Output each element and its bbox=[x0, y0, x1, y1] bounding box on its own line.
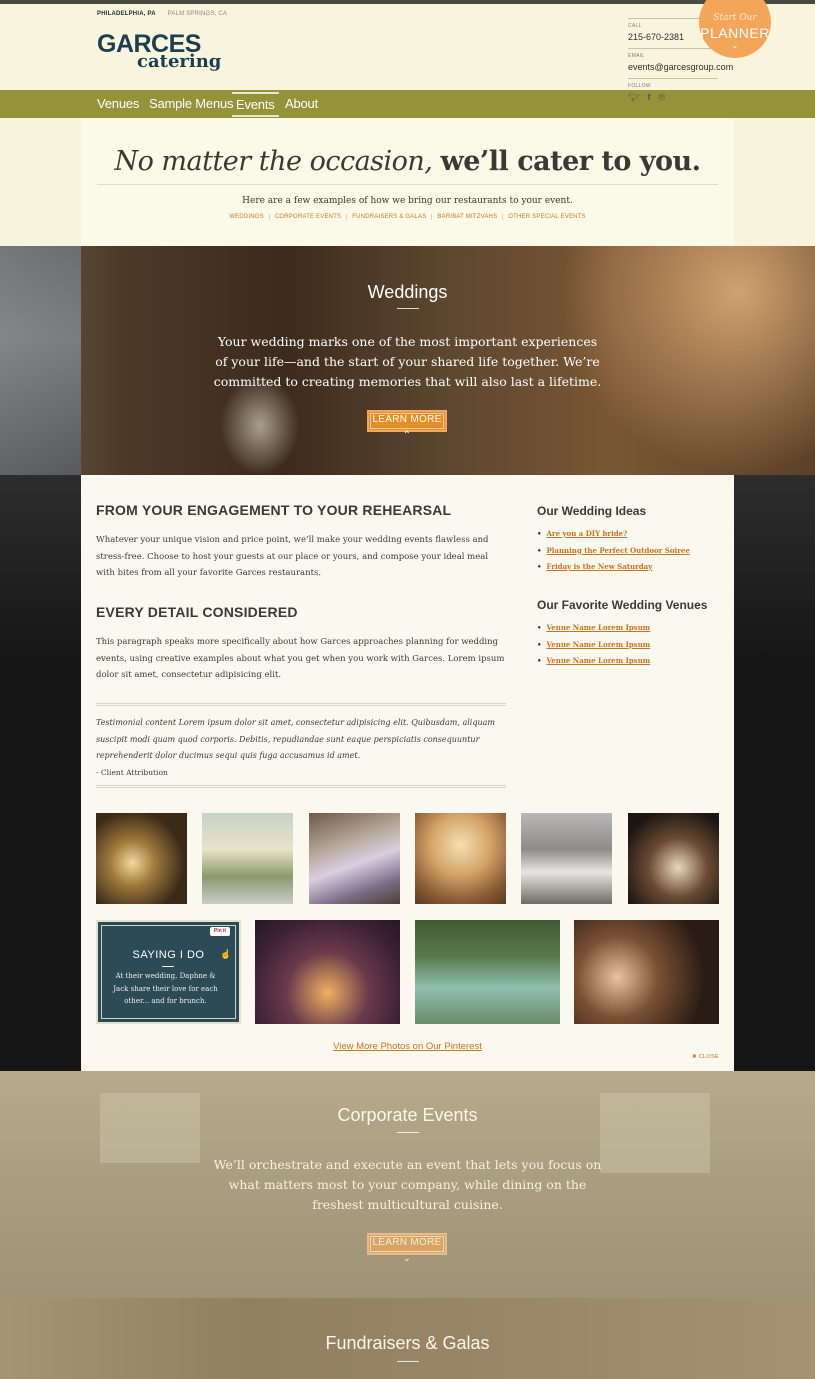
gallery-photo-couple-portrait[interactable] bbox=[574, 920, 719, 1024]
pinterest-icon[interactable]: ℗ bbox=[658, 92, 665, 103]
gallery-photo-wine-glasses[interactable] bbox=[96, 813, 187, 904]
gallery-photo-long-table[interactable] bbox=[309, 813, 400, 904]
weddings-details: FROM YOUR ENGAGEMENT TO YOUR REHEARSAL W… bbox=[81, 475, 734, 1071]
planner-line1: Start Our bbox=[713, 13, 757, 23]
link-fundraisers-galas[interactable]: FUNDRAISERS & GALAS bbox=[346, 214, 432, 220]
pin-card-title: SAYING I DO bbox=[132, 949, 205, 961]
email-link[interactable]: events@garcesgroup.com bbox=[628, 62, 733, 72]
gallery-photo-purple-reception[interactable] bbox=[255, 920, 400, 1024]
title-rule bbox=[397, 1132, 419, 1133]
email-label: EMAIL bbox=[628, 53, 645, 59]
location-switcher: PHILADELPHIA, PA PALM SPRINGS, CA bbox=[97, 11, 227, 17]
testimonial-quote: Testimonial content Lorem ipsum dolor si… bbox=[96, 718, 495, 760]
weddings-hero: Weddings Your wedding marks one of the m… bbox=[0, 246, 815, 475]
twitter-icon[interactable]: 🐦︎ bbox=[628, 92, 639, 103]
idea-link[interactable]: Are you a DIY bride? bbox=[537, 529, 690, 546]
email-row: EMAIL events@garcesgroup.com bbox=[628, 48, 733, 72]
testimonial: Testimonial content Lorem ipsum dolor si… bbox=[96, 703, 506, 788]
follow-row: FOLLOW 🐦︎ f ℗ bbox=[628, 78, 718, 103]
weddings-learn-more-button[interactable]: LEARN MORE ⌃ bbox=[367, 410, 447, 441]
planner-line2: PLANNER bbox=[700, 25, 770, 41]
link-other-special-events[interactable]: OTHER SPECIAL EVENTS bbox=[502, 214, 591, 220]
venue-link[interactable]: Venue Name Lorem Ipsum bbox=[537, 640, 650, 657]
right-bg-photo bbox=[734, 475, 815, 1071]
wedding-ideas-title: Our Wedding Ideas bbox=[537, 504, 647, 518]
site-header: PHILADELPHIA, PA PALM SPRINGS, CA GARCES… bbox=[0, 0, 815, 102]
divider bbox=[97, 184, 718, 185]
close-button[interactable]: ✖ CLOSE bbox=[692, 1054, 719, 1060]
section-body-engagement: Whatever your unique vision and price po… bbox=[96, 535, 489, 578]
gallery-photo-outdoor-tables[interactable] bbox=[202, 813, 293, 904]
page-headline: No matter the occasion, we’ll cater to y… bbox=[81, 146, 734, 177]
link-corporate-events[interactable]: CORPORATE EVENTS bbox=[268, 214, 347, 220]
social-links: 🐦︎ f ℗ bbox=[628, 92, 718, 103]
nav-about[interactable]: About bbox=[285, 96, 318, 111]
corporate-learn-more-button[interactable]: LEARN MORE ⌄ bbox=[367, 1233, 447, 1264]
corporate-events-hero: Corporate Events We’ll orchestrate and e… bbox=[0, 1071, 815, 1298]
fundraisers-galas-title: Fundraisers & Galas bbox=[325, 1333, 490, 1353]
corporate-events-title: Corporate Events bbox=[337, 1105, 478, 1125]
fundraisers-galas-hero: Fundraisers & Galas bbox=[0, 1298, 815, 1379]
wedding-venues-title: Our Favorite Wedding Venues bbox=[537, 598, 708, 612]
pin-card-description: At their wedding, Daphne & Jack share th… bbox=[113, 972, 218, 1005]
idea-link[interactable]: Planning the Perfect Outdoor Soiree bbox=[537, 546, 689, 563]
intro-section: No matter the occasion, we’ll cater to y… bbox=[81, 118, 734, 246]
wedding-venues-list: Venue Name Lorem Ipsum Venue Name Lorem … bbox=[537, 623, 650, 673]
card-rule bbox=[162, 966, 174, 967]
section-title-details: EVERY DETAIL CONSIDERED bbox=[96, 604, 298, 620]
left-bg-photo bbox=[0, 475, 81, 1071]
gallery-photo-ballroom[interactable] bbox=[415, 813, 506, 904]
pin-it-button[interactable]: Pin it bbox=[210, 927, 230, 936]
logo-word-catering: catering bbox=[137, 51, 222, 72]
garces-catering-logo[interactable]: GARCES catering bbox=[97, 32, 227, 78]
weddings-intro: Your wedding marks one of the most impor… bbox=[213, 334, 602, 389]
location-palm-springs[interactable]: PALM SPRINGS, CA bbox=[168, 11, 227, 17]
gallery-photo-couple[interactable] bbox=[521, 813, 612, 904]
location-philadelphia[interactable]: PHILADELPHIA, PA bbox=[97, 11, 156, 17]
venue-link[interactable]: Venue Name Lorem Ipsum bbox=[537, 623, 650, 640]
weddings-title: Weddings bbox=[367, 282, 448, 302]
idea-link[interactable]: Friday is the New Saturday bbox=[537, 562, 690, 579]
view-more-pinterest-link[interactable]: View More Photos on Our Pinterest bbox=[81, 1041, 734, 1052]
gallery-photo-garden-table[interactable] bbox=[415, 920, 560, 1024]
start-planner-button[interactable]: Start Our PLANNER ⌄ bbox=[699, 0, 771, 58]
testimonial-attribution: - Client Attribution bbox=[96, 768, 168, 777]
follow-label: FOLLOW bbox=[628, 83, 651, 89]
facebook-icon[interactable]: f bbox=[647, 92, 650, 103]
nav-events[interactable]: Events bbox=[232, 92, 279, 117]
hero-photo-left bbox=[0, 246, 81, 475]
wedding-ideas-list: Are you a DIY bride? Planning the Perfec… bbox=[537, 529, 690, 579]
chevron-down-icon: ⌄ bbox=[731, 41, 739, 50]
intro-subtext: Here are a few examples of how we bring … bbox=[242, 196, 573, 206]
nav-sample-menus[interactable]: Sample Menus bbox=[149, 96, 234, 111]
headline-bold: we’ll cater to you. bbox=[440, 146, 701, 177]
section-title-engagement: FROM YOUR ENGAGEMENT TO YOUR REHEARSAL bbox=[96, 502, 452, 518]
link-bar-bat-mitzvahs[interactable]: BAR/BAT MITZVAHS bbox=[431, 214, 503, 220]
headline-italic: No matter the occasion, bbox=[114, 146, 433, 177]
section-body-details: This paragraph speaks more specifically … bbox=[96, 637, 505, 680]
pinterest-card[interactable]: Pin it ☝ SAYING I DO At their wedding, D… bbox=[96, 920, 241, 1024]
link-weddings[interactable]: WEDDINGS bbox=[224, 214, 269, 220]
gallery-photo-chef-plating[interactable] bbox=[628, 813, 719, 904]
title-rule bbox=[397, 308, 419, 309]
venue-link[interactable]: Venue Name Lorem Ipsum bbox=[537, 656, 650, 673]
nav-venues[interactable]: Venues bbox=[97, 96, 139, 111]
title-rule bbox=[397, 1361, 419, 1362]
corporate-events-intro: We’ll orchestrate and execute an event t… bbox=[213, 1157, 602, 1212]
event-type-links: WEDDINGS CORPORATE EVENTS FUNDRAISERS & GA… bbox=[81, 214, 734, 220]
